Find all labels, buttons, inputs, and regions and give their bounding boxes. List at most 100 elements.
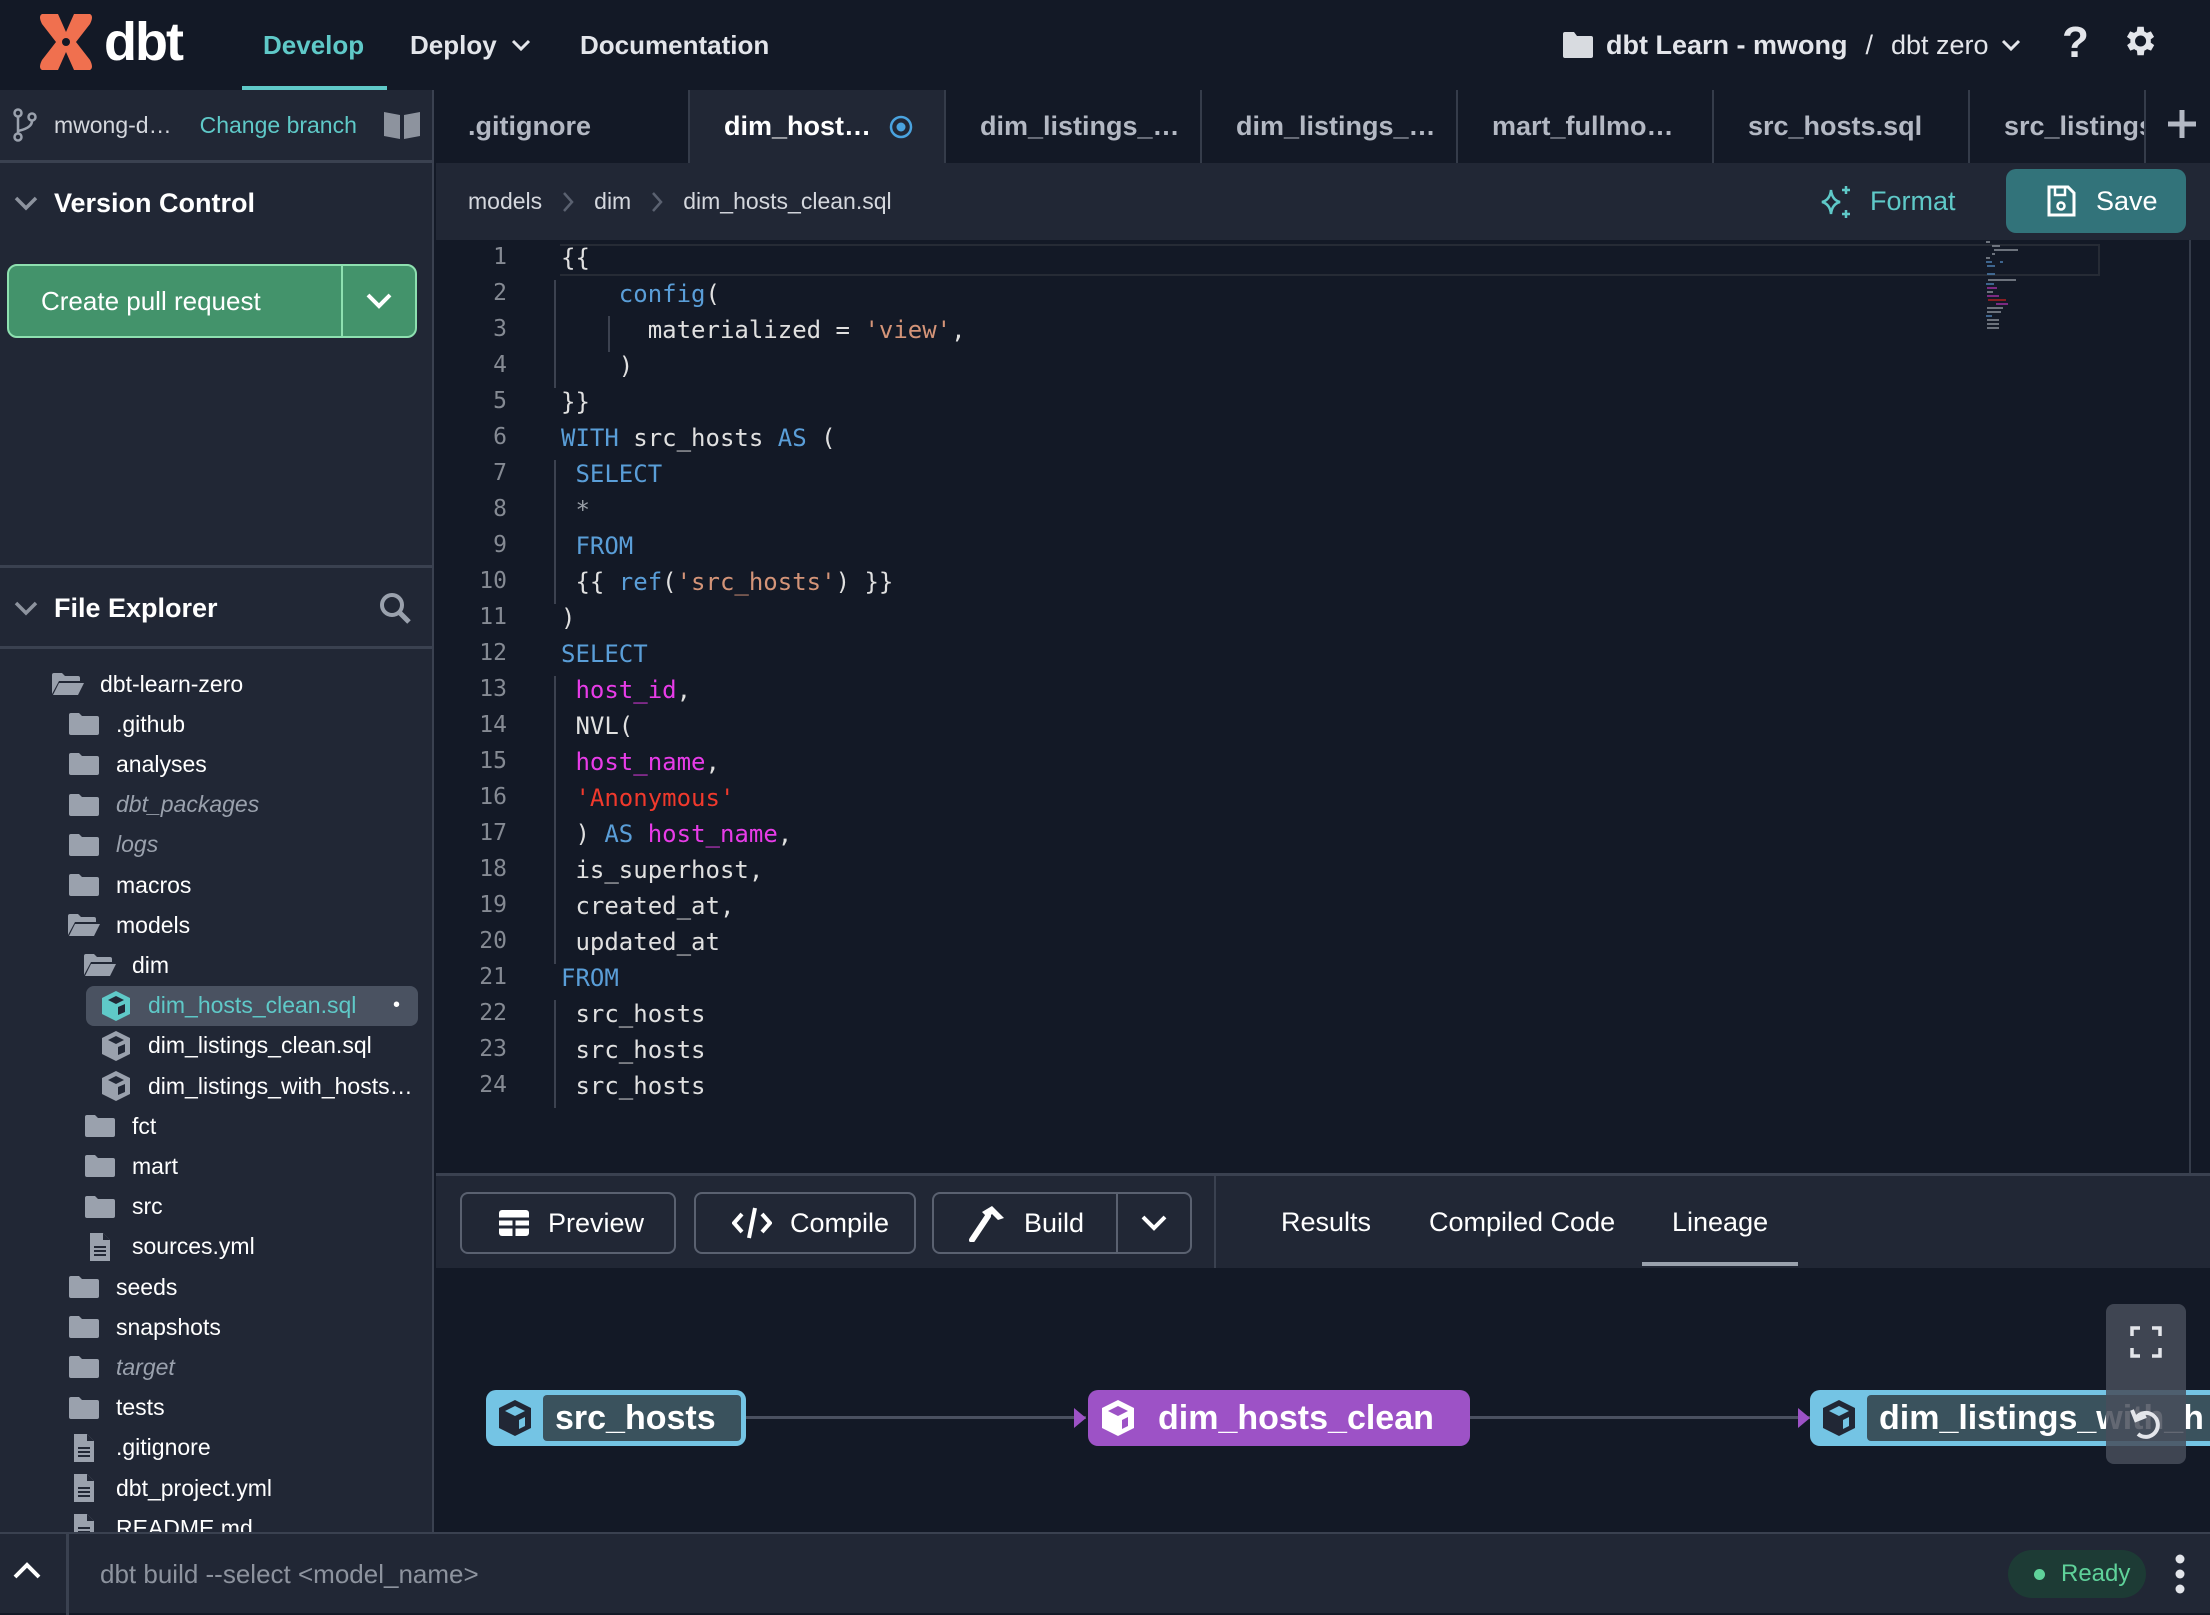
add-tab-icon[interactable] — [2166, 108, 2198, 140]
help-icon[interactable]: ? — [2062, 18, 2089, 68]
chevron-down-icon — [14, 601, 38, 616]
file-tab[interactable]: mart_fullmo… — [1458, 90, 1714, 163]
build-button[interactable]: Build — [932, 1192, 1192, 1254]
file-tab[interactable]: dim_listings_… — [1202, 90, 1458, 163]
tree-item[interactable]: dbt-learn-zero — [0, 664, 243, 704]
tree-item[interactable]: analyses — [0, 744, 207, 784]
search-icon[interactable] — [378, 591, 412, 625]
nav-develop[interactable]: Develop — [263, 0, 364, 90]
file-tab[interactable]: src_listings. — [1970, 90, 2146, 163]
reset-icon[interactable] — [2128, 1406, 2164, 1442]
lineage-node-dim-hosts-clean[interactable]: dim_hosts_clean — [1088, 1390, 1470, 1446]
model-cube-icon — [499, 1400, 531, 1436]
format-button[interactable]: Format — [1818, 163, 1956, 240]
code-line: host_name, — [561, 748, 720, 776]
folder-icon — [69, 833, 99, 856]
tree-item[interactable]: .github — [0, 704, 185, 744]
tree-item[interactable]: logs — [0, 825, 158, 865]
version-control-header[interactable]: Version Control — [0, 163, 432, 243]
tree-item[interactable]: .gitignore — [0, 1428, 211, 1468]
file-tab[interactable]: src_hosts.sql — [1714, 90, 1970, 163]
tree-item[interactable]: dim_listings_clean.sql — [0, 1026, 372, 1066]
create-pull-request-button[interactable]: Create pull request — [7, 264, 417, 338]
tree-item[interactable]: snapshots — [0, 1307, 221, 1347]
tree-item[interactable]: mart — [0, 1146, 178, 1186]
save-button[interactable]: Save — [2006, 169, 2186, 233]
model-cube-icon — [1823, 1400, 1855, 1436]
tree-item[interactable]: fct — [0, 1106, 156, 1146]
code-line: materialized = 'view', — [561, 316, 966, 344]
tree-item-label: models — [116, 911, 191, 938]
tab-lineage[interactable]: Lineage — [1672, 1176, 1768, 1268]
tree-item[interactable]: macros — [0, 865, 191, 905]
folder-icon — [69, 1276, 99, 1298]
lineage-graph[interactable]: src_hosts dim_hosts_clean dim_listings_w… — [436, 1268, 2210, 1532]
arrow-head-icon — [1074, 1408, 1086, 1428]
change-branch-link[interactable]: Change branch — [200, 112, 357, 139]
separator: / — [1865, 29, 1873, 60]
file-tab[interactable]: dim_host… — [690, 90, 946, 163]
build-dropdown[interactable] — [1116, 1194, 1190, 1252]
indent-guide — [554, 280, 556, 388]
tree-item[interactable]: src — [0, 1187, 163, 1227]
folder-icon — [69, 713, 99, 736]
chevron-down-icon — [14, 196, 38, 211]
breadcrumb-dim[interactable]: dim — [594, 188, 631, 215]
file-tab[interactable]: .gitignore — [434, 90, 690, 163]
code-token: ) — [561, 604, 576, 632]
code-token: config — [618, 280, 706, 308]
editor-scrollbar[interactable] — [2189, 240, 2191, 1173]
tree-item[interactable]: dim_hosts_clean.sql • — [86, 985, 418, 1026]
gear-icon[interactable] — [2120, 22, 2158, 60]
unsaved-dot-icon[interactable] — [889, 115, 913, 139]
dbt-logo[interactable]: dbt — [36, 10, 184, 74]
tab-compiled-code[interactable]: Compiled Code — [1429, 1176, 1615, 1268]
divider — [0, 646, 432, 649]
book-icon[interactable] — [383, 110, 421, 140]
tab-results[interactable]: Results — [1281, 1176, 1371, 1268]
tree-item-label: .gitignore — [116, 1434, 211, 1461]
tree-item[interactable]: dim — [0, 945, 169, 985]
fullscreen-icon[interactable] — [2130, 1326, 2162, 1358]
code-token: FROM — [561, 964, 619, 992]
folder-open-icon — [52, 673, 84, 695]
tree-item[interactable]: target — [0, 1347, 175, 1387]
sidebar: mwong-d… Change branch Version Control C… — [0, 90, 434, 1532]
tree-item[interactable]: README.md — [0, 1508, 253, 1532]
tree-item[interactable]: sources.yml — [0, 1227, 255, 1267]
nav-deploy[interactable]: Deploy — [410, 0, 531, 90]
nav-documentation[interactable]: Documentation — [580, 0, 769, 90]
tree-item[interactable]: tests — [0, 1388, 165, 1428]
chevron-up-icon[interactable] — [12, 1560, 42, 1580]
code-line: NVL( — [561, 712, 633, 740]
code-token: {{ — [561, 568, 619, 596]
code-token: * — [575, 496, 590, 524]
code-line: ) AS host_name, — [561, 820, 792, 848]
code-token: ) }} — [835, 568, 894, 596]
status-dot-icon — [2034, 1568, 2045, 1580]
tree-item-label: .github — [116, 710, 186, 737]
code-token: FROM — [575, 532, 634, 560]
code-token: ( — [806, 424, 836, 452]
compile-button[interactable]: Compile — [694, 1192, 916, 1254]
lineage-node-src-hosts[interactable]: src_hosts — [486, 1390, 746, 1446]
more-vertical-icon[interactable] — [2174, 1554, 2186, 1594]
breadcrumb-models[interactable]: models — [468, 188, 542, 215]
tree-item[interactable]: dbt_packages — [0, 785, 259, 825]
line-number: 24 — [479, 1072, 507, 1098]
file-explorer-header[interactable]: File Explorer — [0, 568, 432, 648]
tree-item[interactable]: dim_listings_with_hosts… — [0, 1066, 413, 1106]
project-selector[interactable]: dbt Learn - mwong / dbt zero — [1562, 0, 2021, 90]
line-number: 3 — [493, 316, 507, 342]
command-input[interactable]: dbt build --select <model_name> — [100, 1534, 479, 1615]
file-tab[interactable]: dim_listings_… — [946, 90, 1202, 163]
tree-item[interactable]: seeds — [0, 1267, 177, 1307]
create-pr-dropdown[interactable] — [341, 266, 415, 336]
code-line: SELECT — [561, 460, 662, 488]
preview-button[interactable]: Preview — [460, 1192, 676, 1254]
minimap[interactable] — [1976, 240, 2076, 340]
tree-item[interactable]: models — [0, 905, 190, 945]
code-editor[interactable]: 1{{2 config(3 materialized = 'view', 4 ) 5… — [436, 240, 2210, 1173]
tree-item[interactable]: dbt_project.yml — [0, 1468, 272, 1508]
